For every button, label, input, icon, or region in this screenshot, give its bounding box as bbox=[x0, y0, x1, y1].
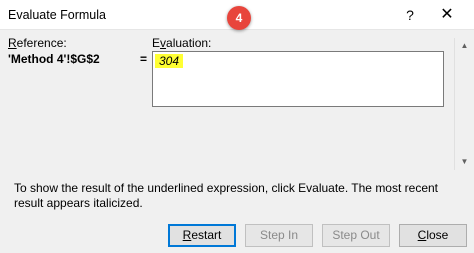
equals-sign: = bbox=[140, 52, 148, 66]
step-out-button[interactable]: Step Out bbox=[322, 224, 390, 247]
step-marker-badge: 4 bbox=[227, 6, 251, 30]
close-label-rest: lose bbox=[426, 228, 449, 242]
vertical-scrollbar[interactable]: ▲ ▼ bbox=[454, 38, 474, 170]
info-text: To show the result of the underlined exp… bbox=[14, 181, 439, 210]
evaluation-value: 304 bbox=[155, 54, 184, 68]
scroll-up-arrow-icon[interactable]: ▲ bbox=[455, 38, 474, 54]
scroll-down-arrow-icon[interactable]: ▼ bbox=[455, 154, 474, 170]
window-title: Evaluate Formula bbox=[8, 8, 106, 22]
restart-label-rest: estart bbox=[191, 228, 222, 242]
reference-value: 'Method 4'!$G$2 bbox=[8, 52, 100, 66]
title-bar: Evaluate Formula 4 ? ✕ bbox=[0, 0, 474, 30]
close-button[interactable]: Close bbox=[399, 224, 467, 247]
evaluation-label-rest: aluation: bbox=[166, 36, 212, 50]
reference-label: Reference: bbox=[8, 36, 67, 50]
evaluation-label-first: E bbox=[152, 36, 161, 50]
reference-label-rest: eference: bbox=[16, 36, 67, 50]
restart-button[interactable]: Restart bbox=[168, 224, 236, 247]
close-window-button[interactable]: ✕ bbox=[430, 2, 464, 28]
help-button[interactable]: ? bbox=[396, 2, 424, 28]
step-in-button[interactable]: Step In bbox=[245, 224, 313, 247]
evaluation-label: Evaluation: bbox=[152, 36, 211, 50]
reference-label-accel: R bbox=[8, 36, 17, 50]
evaluation-box[interactable]: 304 bbox=[152, 51, 444, 107]
